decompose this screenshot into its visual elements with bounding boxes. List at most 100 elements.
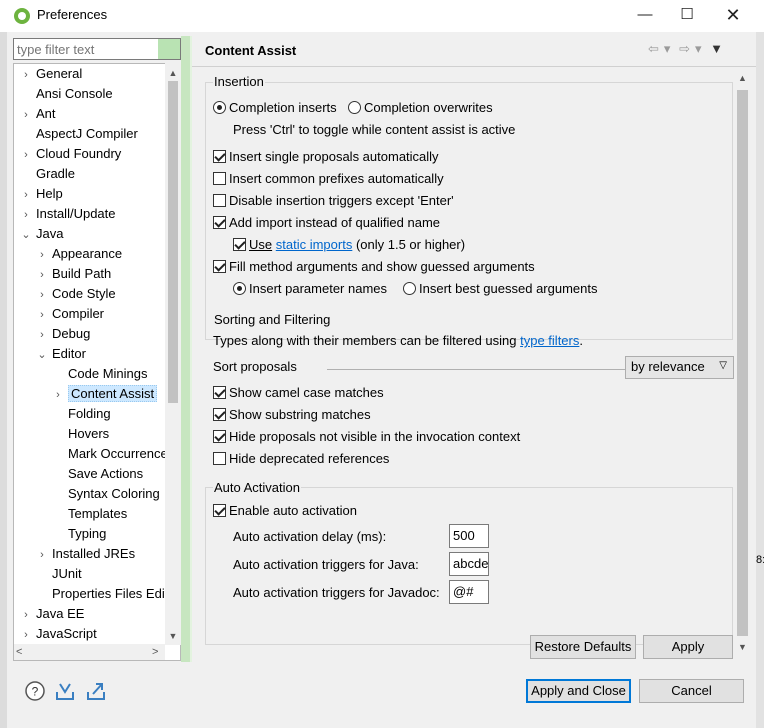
completion-overwrites-radio[interactable]: Completion overwrites [348,99,493,119]
tree-item[interactable]: › Build Path [36,264,111,284]
tree-item[interactable]: › Appearance [36,244,122,264]
chevron-right-icon[interactable]: › [20,65,32,85]
tree-item[interactable]: › Help [20,184,63,204]
tree-item[interactable]: › Install/Update [20,204,115,225]
add-import-checkbox[interactable]: Add import instead of qualified name [213,214,440,234]
scroll-down-icon[interactable]: ▼ [165,628,181,644]
tree-horizontal-scrollbar[interactable]: < > [14,644,165,660]
java-triggers-input[interactable]: abcdefghijklmnopqrstuvwxyz [449,552,489,576]
enable-auto-activation-checkbox[interactable]: Enable auto activation [213,502,357,522]
tree-item[interactable]: › Java EE [20,604,84,624]
hide-not-visible-checkbox[interactable]: Hide proposals not visible in the invoca… [213,428,520,448]
chevron-down-icon[interactable]: ⌄ [36,345,48,365]
tree-item[interactable]: Hovers [52,424,109,444]
forward-dropdown-icon[interactable]: ▾ [695,41,702,56]
radio-unselected-icon[interactable] [348,101,361,114]
tree-item[interactable]: Syntax Coloring [52,484,160,504]
tree-vertical-scrollbar[interactable]: ▲ ▼ [165,63,181,645]
chevron-down-icon[interactable]: ⌄ [20,225,32,245]
chevron-right-icon[interactable]: › [20,145,32,165]
chevron-right-icon[interactable]: › [20,605,32,625]
insert-single-checkbox[interactable]: Insert single proposals automatically [213,148,439,168]
filter-field[interactable] [13,38,181,60]
insert-parameter-names-radio[interactable]: Insert parameter names [233,280,387,300]
checkbox-checked-icon[interactable] [213,216,226,229]
chevron-right-icon[interactable]: › [20,105,32,125]
maximize-button[interactable]: ☐ [664,0,710,32]
preference-tree[interactable]: › General Ansi Console › Ant AspectJ Compiler… [13,63,181,661]
insert-best-guessed-radio[interactable]: Insert best guessed arguments [403,280,598,300]
back-dropdown-icon[interactable]: ▾ [664,41,671,56]
camel-case-checkbox[interactable]: Show camel case matches [213,384,384,404]
chevron-right-icon[interactable]: › [36,265,48,285]
scroll-up-icon[interactable]: ▲ [734,73,751,83]
chevron-right-icon[interactable]: › [36,325,48,345]
tree-item[interactable]: Gradle [20,164,75,184]
tree-item[interactable]: Typing [52,524,106,544]
view-menu-icon[interactable]: ▼ [710,41,723,56]
chevron-right-icon[interactable]: › [36,285,48,305]
close-button[interactable]: ✕ [710,0,756,32]
back-icon[interactable]: ⇦ [648,41,659,56]
export-icon[interactable] [85,680,107,702]
javadoc-triggers-input[interactable]: @# [449,580,489,604]
tree-item[interactable]: Folding [52,404,111,424]
tree-item[interactable]: › Installed JREs [36,544,135,564]
chevron-right-icon[interactable]: › [36,545,48,565]
insert-prefixes-checkbox[interactable]: Insert common prefixes automatically [213,170,444,190]
checkbox-checked-icon[interactable] [213,150,226,163]
hide-deprecated-checkbox[interactable]: Hide deprecated references [213,450,389,470]
tree-item[interactable]: ⌄ Java [20,224,63,244]
tree-item[interactable]: Templates [52,504,127,524]
tree-item[interactable]: › Compiler [36,304,104,324]
scroll-thumb[interactable] [168,81,178,403]
tree-item[interactable]: ⌄ Editor [36,344,86,364]
help-icon[interactable]: ? [24,680,46,702]
fill-arguments-checkbox[interactable]: Fill method arguments and show guessed a… [213,258,535,278]
filter-input[interactable] [17,40,157,58]
tree-item[interactable]: Code Minings [52,364,148,384]
checkbox-unchecked-icon[interactable] [213,172,226,185]
radio-selected-icon[interactable] [213,101,226,114]
checkbox-checked-icon[interactable] [213,430,226,443]
restore-defaults-button[interactable]: Restore Defaults [530,635,636,659]
tree-item[interactable]: Properties Files Editor [36,584,180,604]
tree-item[interactable]: › Debug [36,324,90,344]
checkbox-checked-icon[interactable] [233,238,246,251]
delay-input[interactable]: 500 [449,524,489,548]
scroll-thumb[interactable] [737,90,748,636]
scroll-up-icon[interactable]: ▲ [165,65,181,81]
tree-item[interactable]: Ansi Console [20,84,113,104]
chevron-right-icon[interactable]: › [20,185,32,205]
chevron-right-icon[interactable]: › [20,205,32,225]
tree-item[interactable]: › Code Style [36,284,115,305]
tree-item[interactable]: › Cloud Foundry [20,144,121,164]
chevron-right-icon[interactable]: › [36,305,48,325]
checkbox-unchecked-icon[interactable] [213,452,226,465]
tree-item[interactable]: › Content Assist [52,384,158,405]
chevron-right-icon[interactable]: › [36,245,48,265]
substring-checkbox[interactable]: Show substring matches [213,406,371,426]
sort-proposals-select[interactable]: by relevance ▽ [625,356,734,379]
disable-triggers-checkbox[interactable]: Disable insertion triggers except 'Enter… [213,192,454,212]
minimize-button[interactable]: — [622,0,668,32]
tree-item[interactable]: Save Actions [52,464,143,484]
tree-item[interactable]: JUnit [36,564,82,584]
static-imports-link[interactable]: static imports [276,237,353,252]
clear-filter-icon[interactable] [158,39,180,59]
checkbox-unchecked-icon[interactable] [213,194,226,207]
scroll-down-icon[interactable]: ▼ [734,642,751,652]
tree-item[interactable]: Mark Occurrences [52,444,174,464]
tree-item[interactable]: AspectJ Compiler [20,124,138,144]
tree-item[interactable]: › JavaScript [20,624,97,644]
page-vertical-scrollbar[interactable]: ▲ ▼ [734,70,751,660]
chevron-right-icon[interactable]: › [52,385,64,405]
completion-inserts-radio[interactable]: Completion inserts [213,99,337,119]
splitter-sash[interactable] [181,36,190,662]
use-static-imports-checkbox[interactable]: Use static imports (only 1.5 or higher) [233,236,465,256]
apply-button[interactable]: Apply [643,635,733,659]
checkbox-checked-icon[interactable] [213,386,226,399]
checkbox-checked-icon[interactable] [213,408,226,421]
chevron-right-icon[interactable]: › [20,625,32,645]
scroll-left-icon[interactable]: < [16,644,22,660]
